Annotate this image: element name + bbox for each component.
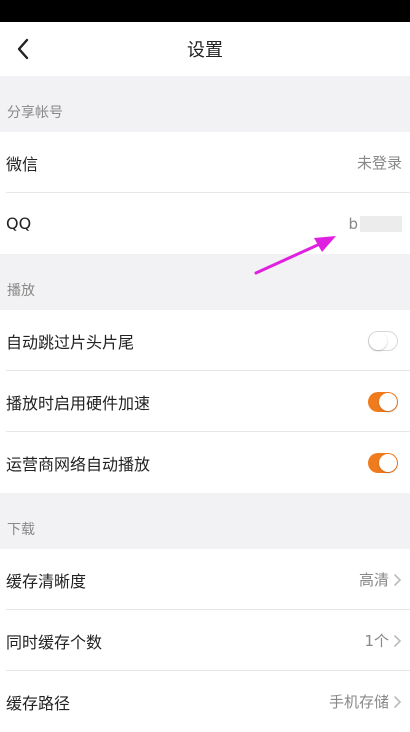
- chevron-left-icon: [17, 38, 29, 60]
- toggle-switch[interactable]: [368, 330, 398, 351]
- row-value: 1个: [364, 632, 389, 650]
- row-carrier-autoplay[interactable]: 运营商网络自动播放: [0, 432, 410, 493]
- row-cache-count[interactable]: 同时缓存个数 1个: [0, 610, 410, 671]
- redacted-block: [360, 215, 402, 232]
- row-label: 同时缓存个数: [6, 632, 103, 652]
- toggle-knob: [379, 453, 397, 472]
- chevron-right-icon: [394, 695, 402, 708]
- row-qq[interactable]: QQ b: [0, 193, 410, 254]
- row-value: 高清: [358, 571, 389, 589]
- chevron-right-icon: [394, 573, 402, 586]
- status-bar: [0, 0, 410, 22]
- row-skip-intro[interactable]: 自动跳过片头片尾: [0, 310, 410, 371]
- row-wechat[interactable]: 微信 未登录: [0, 132, 410, 193]
- chevron-right-icon: [394, 634, 402, 647]
- section-header-share: 分享帐号: [7, 105, 63, 121]
- row-label: 运营商网络自动播放: [6, 454, 151, 474]
- back-button[interactable]: [8, 34, 38, 64]
- row-cache-quality[interactable]: 缓存清晰度 高清: [0, 549, 410, 610]
- row-value: b: [348, 214, 358, 233]
- row-label: 微信: [6, 154, 39, 174]
- section-header-download: 下载: [7, 522, 35, 538]
- row-label: 播放时启用硬件加速: [6, 393, 151, 413]
- nav-bar: 设置: [0, 22, 410, 76]
- row-label: 自动跳过片头片尾: [6, 332, 135, 352]
- toggle-knob: [379, 392, 397, 411]
- toggle-knob: [369, 331, 387, 350]
- page-title: 设置: [187, 40, 223, 61]
- row-value: 手机存储: [328, 693, 389, 711]
- toggle-switch[interactable]: [368, 391, 398, 412]
- row-value: 未登录: [356, 154, 402, 172]
- section-header-play: 播放: [7, 283, 35, 299]
- row-hardware-accel[interactable]: 播放时启用硬件加速: [0, 371, 410, 432]
- row-cache-path[interactable]: 缓存路径 手机存储: [0, 671, 410, 732]
- row-label: QQ: [6, 214, 32, 233]
- toggle-switch[interactable]: [368, 452, 398, 473]
- row-label: 缓存清晰度: [6, 571, 87, 591]
